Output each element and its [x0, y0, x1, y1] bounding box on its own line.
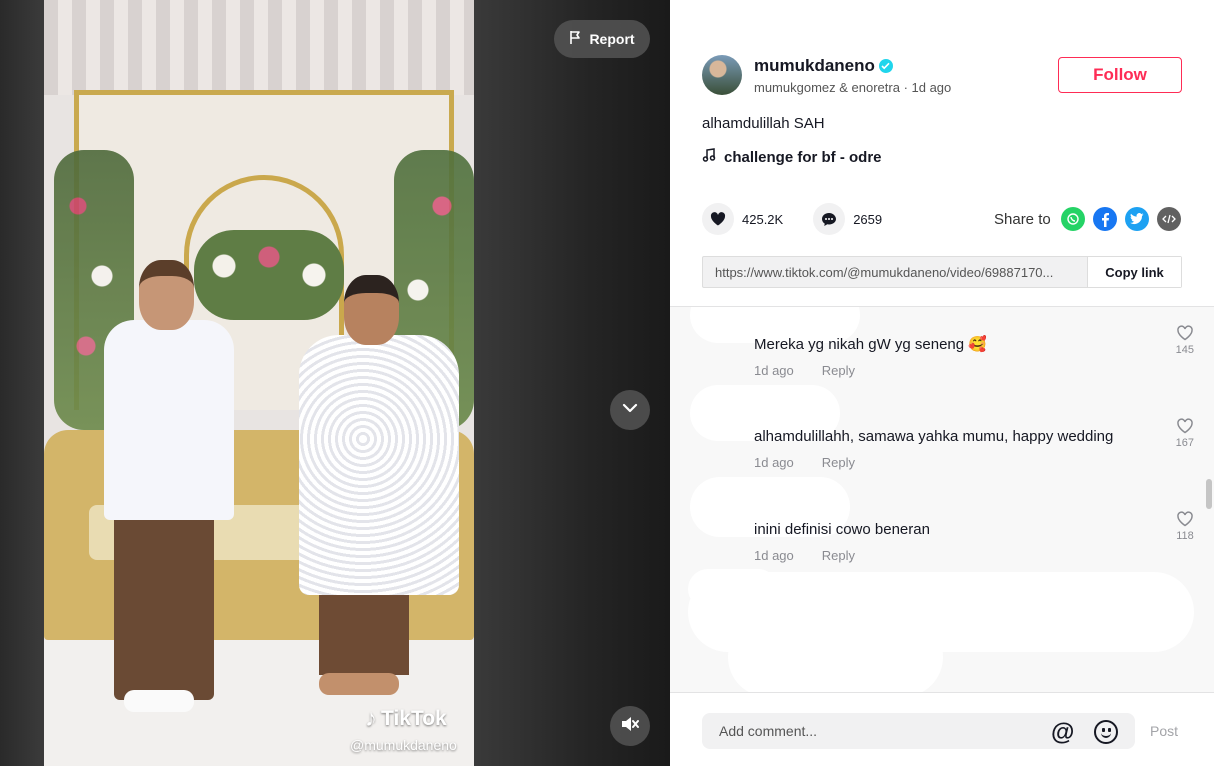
details-panel: mumukdaneno mumukgomez & enoretra · 1d a… [670, 0, 1214, 766]
engagement-stats: 425.2K 2659 [702, 203, 912, 235]
video-frame[interactable] [44, 0, 474, 766]
scene-groom [104, 260, 244, 730]
comment-meta: 1d ago Reply [754, 455, 1194, 470]
heart-outline-icon[interactable] [1176, 325, 1194, 344]
twitter-icon[interactable] [1124, 207, 1149, 231]
comment-meta: 1d ago Reply [754, 363, 1194, 378]
comment-like[interactable]: 118 [1176, 511, 1194, 542]
heart-icon[interactable] [702, 203, 734, 235]
chevron-down-icon [621, 399, 639, 422]
comment-item: inini definisi cowo beneran 1d ago Reply… [754, 511, 1194, 563]
heart-outline-icon[interactable] [1176, 511, 1194, 530]
share-label: Share to [994, 210, 1051, 228]
reply-button[interactable]: Reply [822, 548, 855, 563]
watermark-brand: TikTok [381, 707, 447, 730]
author-info: mumukdaneno mumukgomez & enoretra · 1d a… [754, 56, 951, 95]
watermark-handle: @mumukdaneno [350, 737, 457, 753]
comment-like[interactable]: 145 [1176, 325, 1194, 356]
follow-button[interactable]: Follow [1058, 57, 1182, 93]
heart-outline-icon[interactable] [1176, 418, 1194, 437]
comment-scrollbar[interactable] [1206, 479, 1212, 509]
video-blur-background [474, 0, 670, 766]
author-name-row: mumukdaneno [754, 56, 951, 76]
comment-time: 1d ago [754, 548, 794, 563]
comment-stat[interactable]: 2659 [813, 203, 882, 235]
comment-like[interactable]: 167 [1176, 418, 1194, 449]
comment-text: inini definisi cowo beneran [754, 521, 930, 538]
tiktok-logo-icon: ♪ [365, 705, 377, 732]
like-stat[interactable]: 425.2K [702, 203, 783, 235]
video-player[interactable]: ♪ TikTok @mumukdaneno Report [0, 0, 670, 766]
comment-like-count: 145 [1175, 344, 1194, 356]
video-link-box: https://www.tiktok.com/@mumukdaneno/vide… [702, 256, 1182, 288]
comment-meta: 1d ago Reply [754, 548, 1194, 563]
emoji-icon[interactable] [1094, 720, 1118, 744]
comment-bubble-icon[interactable] [813, 203, 846, 235]
embed-code-icon[interactable] [1156, 207, 1181, 231]
scene-bride [299, 275, 459, 705]
whatsapp-icon[interactable] [1060, 207, 1085, 231]
verified-badge-icon [878, 58, 893, 73]
flag-icon [569, 30, 583, 48]
report-label: Report [589, 31, 635, 47]
comment-item: alhamdulillahh, samawa yahka mumu, happy… [754, 418, 1194, 470]
comment-time: 1d ago [754, 363, 794, 378]
video-blur-background [0, 0, 44, 766]
comment-list[interactable]: Mereka yg nikah gW yg seneng 🥰 1d ago Re… [670, 306, 1214, 692]
comment-time: 1d ago [754, 455, 794, 470]
author-block: mumukdaneno mumukgomez & enoretra · 1d a… [702, 55, 951, 95]
video-link-url[interactable]: https://www.tiktok.com/@mumukdaneno/vide… [703, 265, 1087, 280]
music-title: challenge for bf - odre [724, 148, 882, 166]
music-link[interactable]: challenge for bf - odre [702, 148, 882, 166]
comment-like-count: 167 [1175, 437, 1194, 449]
comment-text: Mereka yg nikah gW yg seneng 🥰 [754, 336, 987, 353]
reply-button[interactable]: Reply [822, 363, 855, 378]
comment-text: alhamdulillahh, samawa yahka mumu, happy… [754, 428, 1114, 445]
tiktok-watermark: ♪ TikTok [365, 705, 447, 733]
avatar[interactable] [702, 55, 742, 95]
mute-button[interactable] [610, 706, 650, 746]
post-button[interactable]: Post [1150, 723, 1178, 739]
share-bar: Share to [994, 207, 1181, 231]
copy-link-button[interactable]: Copy link [1087, 257, 1181, 287]
next-video-button[interactable] [610, 390, 650, 430]
comment-item: Mereka yg nikah gW yg seneng 🥰 1d ago Re… [754, 325, 1194, 378]
comment-like-count: 118 [1176, 530, 1194, 542]
comment-composer: Add comment... @ Post [670, 692, 1214, 766]
scene-tent-ceiling [44, 0, 474, 95]
comment-count: 2659 [853, 211, 883, 227]
redacted-blob [728, 617, 943, 692]
muted-speaker-icon [620, 715, 640, 738]
music-note-icon [702, 148, 716, 166]
author-subtitle: mumukgomez & enoretra · 1d ago [754, 79, 952, 95]
facebook-icon[interactable] [1092, 207, 1117, 231]
mention-at-icon[interactable]: @ [1051, 719, 1074, 747]
video-caption: alhamdulillah SAH [702, 115, 825, 132]
report-button[interactable]: Report [554, 20, 650, 58]
reply-button[interactable]: Reply [822, 455, 855, 470]
tiktok-video-page: ♪ TikTok @mumukdaneno Report mumukdaneno… [0, 0, 1214, 766]
like-count: 425.2K [742, 211, 784, 227]
author-username[interactable]: mumukdaneno [754, 56, 875, 76]
